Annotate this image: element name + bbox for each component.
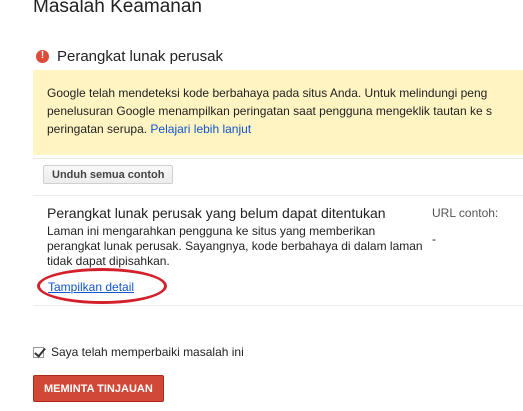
section-header: ! Perangkat lunak perusak [36, 46, 223, 66]
download-all-samples-button[interactable]: Unduh semua contoh [43, 165, 174, 184]
issue-description: Laman ini mengarahkan pengguna ke situs … [47, 224, 423, 268]
page-title: Masalah Keamanan [33, 0, 202, 17]
notice-line-1: Google telah mendeteksi kode berbahaya p… [47, 86, 488, 100]
url-column-header: URL contoh: [432, 206, 499, 220]
fixed-checkbox[interactable] [33, 346, 44, 358]
divider [33, 158, 523, 159]
learn-more-link[interactable]: Pelajari lebih lanjut [150, 122, 251, 136]
divider [33, 305, 523, 306]
show-detail-link[interactable]: Tampilkan detail [48, 280, 134, 294]
fixed-confirmation[interactable]: Saya telah memperbaiki masalah ini [33, 345, 244, 359]
fixed-checkbox-label: Saya telah memperbaiki masalah ini [51, 345, 244, 359]
notice-line-3: peringatan serupa. Pelajari lebih lanjut [47, 120, 523, 138]
warning-notice: Google telah mendeteksi kode berbahaya p… [33, 70, 523, 155]
request-review-button[interactable]: MEMINTA TINJAUAN [33, 375, 164, 402]
divider [33, 195, 523, 196]
url-value: - [432, 232, 436, 246]
section-title: Perangkat lunak perusak [57, 47, 223, 65]
notice-line-3-text: peringatan serupa. [47, 122, 148, 136]
notice-line-2: penelusuran Google menampilkan peringata… [47, 104, 492, 118]
issue-title: Perangkat lunak perusak yang belum dapat… [47, 205, 386, 221]
error-exclamation-icon: ! [36, 49, 49, 63]
